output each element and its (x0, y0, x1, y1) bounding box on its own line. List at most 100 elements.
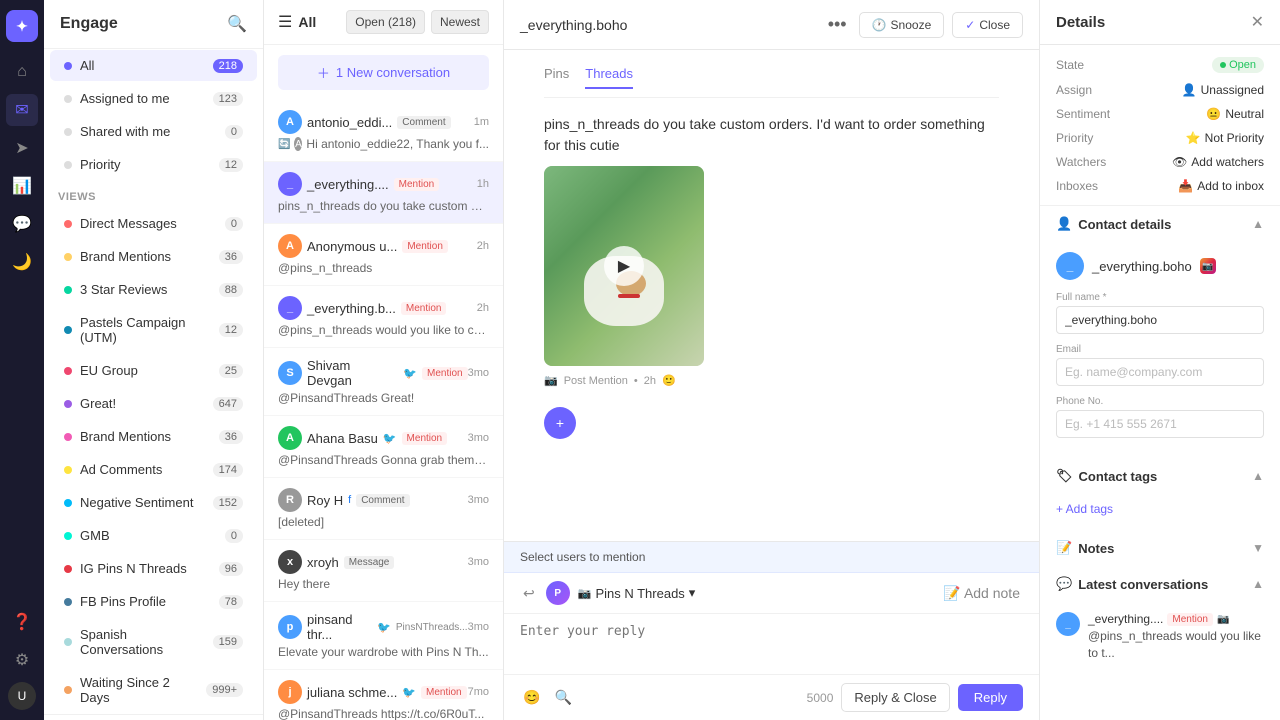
contact-details-header[interactable]: 👤 Contact details ▲ (1040, 206, 1280, 242)
nav-great-label: Great! (80, 396, 205, 411)
nav-item-fbpins[interactable]: FB Pins Profile 78 (50, 586, 257, 617)
priority-value[interactable]: ⭐ Not Priority (1186, 131, 1264, 145)
undo-button[interactable]: ↩ (520, 582, 538, 605)
nav-item-shared[interactable]: Shared with me 0 (50, 116, 257, 147)
conv-tag: Mention (402, 432, 448, 445)
sentiment-value[interactable]: 😐 Neutral (1206, 107, 1264, 121)
brand-mentions-dot (64, 253, 72, 261)
list-item[interactable]: S Shivam Devgan 🐦 Mention 3mo @PinsandTh… (264, 348, 503, 416)
phone-input[interactable] (1056, 410, 1264, 438)
phone-field: Phone No. (1056, 396, 1264, 438)
assign-value[interactable]: 👤 Unassigned (1182, 83, 1264, 97)
list-item[interactable]: j juliana schme... 🐦 Mention 7mo @Pinsan… (264, 670, 503, 720)
tab-pins[interactable]: Pins (544, 66, 569, 89)
avatar-icon[interactable]: U (8, 682, 36, 710)
nav-direct-label: Direct Messages (80, 216, 217, 231)
more-options-button[interactable]: ••• (824, 10, 851, 39)
nav-item-gmb[interactable]: GMB 0 (50, 520, 257, 551)
nav-item-waiting[interactable]: Waiting Since 2 Days 999+ (50, 667, 257, 713)
help-icon[interactable]: ❓ (6, 606, 38, 638)
add-tags-button[interactable]: + Add tags (1056, 498, 1113, 520)
nav-item-priority[interactable]: Priority 12 (50, 149, 257, 180)
account-selector[interactable]: 📷 Pins N Threads ▾ (578, 585, 696, 601)
reply-close-button[interactable]: Reply & Close (841, 683, 949, 712)
add-action-button[interactable]: + (544, 407, 576, 439)
conv-time: 7mo (468, 686, 489, 698)
moon-icon[interactable]: 🌙 (6, 246, 38, 278)
list-item[interactable]: _ _everything.b... Mention 2h @pins_n_th… (264, 286, 503, 348)
notes-header[interactable]: 📝 Notes ▼ (1040, 530, 1280, 566)
add-note-button[interactable]: 📝 Add note (940, 582, 1023, 605)
list-item[interactable]: A Anonymous u... Mention 2h @pins_n_thre… (264, 224, 503, 286)
nav-item-adcomments[interactable]: Ad Comments 174 (50, 454, 257, 485)
analytics-icon[interactable]: 📊 (6, 170, 38, 202)
inboxes-value[interactable]: 📥 Add to inbox (1178, 179, 1264, 193)
unassigned-icon: 👤 (1182, 83, 1197, 97)
close-button[interactable]: ✓ Close (952, 12, 1023, 38)
icon-sidebar: ✦ ⌂ ✉ ➤ 📊 💬 🌙 ❓ ⚙ U (0, 0, 44, 720)
watchers-label: Watchers (1056, 155, 1106, 169)
nav-item-eu[interactable]: EU Group 25 (50, 355, 257, 386)
conv-name: Shivam Devgan (307, 358, 398, 388)
reply-toolbar-left: ↩ P 📷 Pins N Threads ▾ (520, 581, 695, 605)
latest-conv-item[interactable]: _ _everything.... Mention 📷 @pins_n_thre… (1056, 612, 1264, 662)
nav-item-brand2[interactable]: Brand Mentions 36 (50, 421, 257, 452)
nav-item-all[interactable]: All 218 (50, 50, 257, 81)
nav-item-igpins[interactable]: IG Pins N Threads 96 (50, 553, 257, 584)
sentiment-row: Sentiment 😐 Neutral (1056, 107, 1264, 121)
list-item[interactable]: x xroyh Message 3mo Hey there (264, 540, 503, 602)
list-item[interactable]: A antonio_eddi... Comment 1m 🔄 A Hi anto… (264, 100, 503, 162)
nav-item-pastels[interactable]: Pastels Campaign (UTM) 12 (50, 307, 257, 353)
reply-input[interactable] (520, 624, 1023, 654)
list-item[interactable]: R Roy H f Comment 3mo [deleted] (264, 478, 503, 540)
details-close-button[interactable]: ✕ (1251, 12, 1264, 32)
reply-input-area (504, 614, 1039, 674)
contact-tags-header[interactable]: 🏷 Contact tags ▲ (1040, 458, 1280, 494)
sort-filter-button[interactable]: Newest (431, 10, 489, 34)
emoji-button[interactable]: 😊 (520, 686, 543, 709)
watchers-value[interactable]: 👁 Add watchers (1172, 155, 1264, 169)
hamburger-icon[interactable]: ☰ (278, 12, 292, 32)
nav-item-spanish[interactable]: Spanish Conversations 159 (50, 619, 257, 665)
chat-icon[interactable]: 💬 (6, 208, 38, 240)
list-item[interactable]: p pinsand thr... 🐦 PinsNThreads... 3mo E… (264, 602, 503, 670)
nav-brand2-count: 36 (219, 430, 243, 444)
tab-threads[interactable]: Threads (585, 66, 633, 89)
conv-list-header: ☰ All Open (218) Newest (264, 0, 503, 45)
details-state-section: State Open Assign 👤 Unassigned Sentiment… (1040, 45, 1280, 206)
reply-button[interactable]: Reply (958, 684, 1023, 711)
snooze-button[interactable]: 🕐 Snooze (859, 12, 945, 38)
new-conversation-button[interactable]: ＋ 1 New conversation (278, 55, 489, 90)
nav-item-3star[interactable]: 3 Star Reviews 88 (50, 274, 257, 305)
nav-gmb-label: GMB (80, 528, 217, 543)
list-item[interactable]: A Ahana Basu 🐦 Mention 3mo @PinsandThrea… (264, 416, 503, 478)
igpins-dot (64, 565, 72, 573)
nav-item-assigned[interactable]: Assigned to me 123 (50, 83, 257, 114)
main-header: _everything.boho ••• 🕐 Snooze ✓ Close (504, 0, 1039, 50)
avatar: A (278, 426, 302, 450)
emoji-icon[interactable]: 🙂 (662, 374, 676, 387)
nav-brand-label: Brand Mentions (80, 249, 211, 264)
nav-item-great[interactable]: Great! 647 (50, 388, 257, 419)
send-icon[interactable]: ➤ (6, 132, 38, 164)
home-icon[interactable]: ⌂ (6, 56, 38, 88)
latest-chevron: ▲ (1252, 577, 1264, 591)
nav-pastels-count: 12 (219, 323, 243, 337)
open-filter-button[interactable]: Open (218) (346, 10, 425, 34)
fullname-input[interactable] (1056, 306, 1264, 334)
attachment-button[interactable]: 🔍 (551, 686, 574, 709)
email-input[interactable] (1056, 358, 1264, 386)
play-button[interactable]: ▶ (604, 246, 644, 286)
search-icon[interactable]: 🔍 (227, 14, 247, 34)
nav-priority-label: Priority (80, 157, 211, 172)
nav-item-brand-mentions[interactable]: Brand Mentions 36 (50, 241, 257, 272)
latest-conv-header[interactable]: 💬 Latest conversations ▲ (1040, 566, 1280, 602)
settings-icon[interactable]: ⚙ (6, 644, 38, 676)
nav-item-direct[interactable]: Direct Messages 0 (50, 208, 257, 239)
state-badge[interactable]: Open (1212, 57, 1264, 73)
nav-brand-count: 36 (219, 250, 243, 264)
latest-conv-badge: Mention (1167, 613, 1213, 626)
list-item[interactable]: _ _everything.... Mention 1h pins_n_thre… (264, 162, 503, 224)
inbox-icon[interactable]: ✉ (6, 94, 38, 126)
nav-item-negative[interactable]: Negative Sentiment 152 (50, 487, 257, 518)
